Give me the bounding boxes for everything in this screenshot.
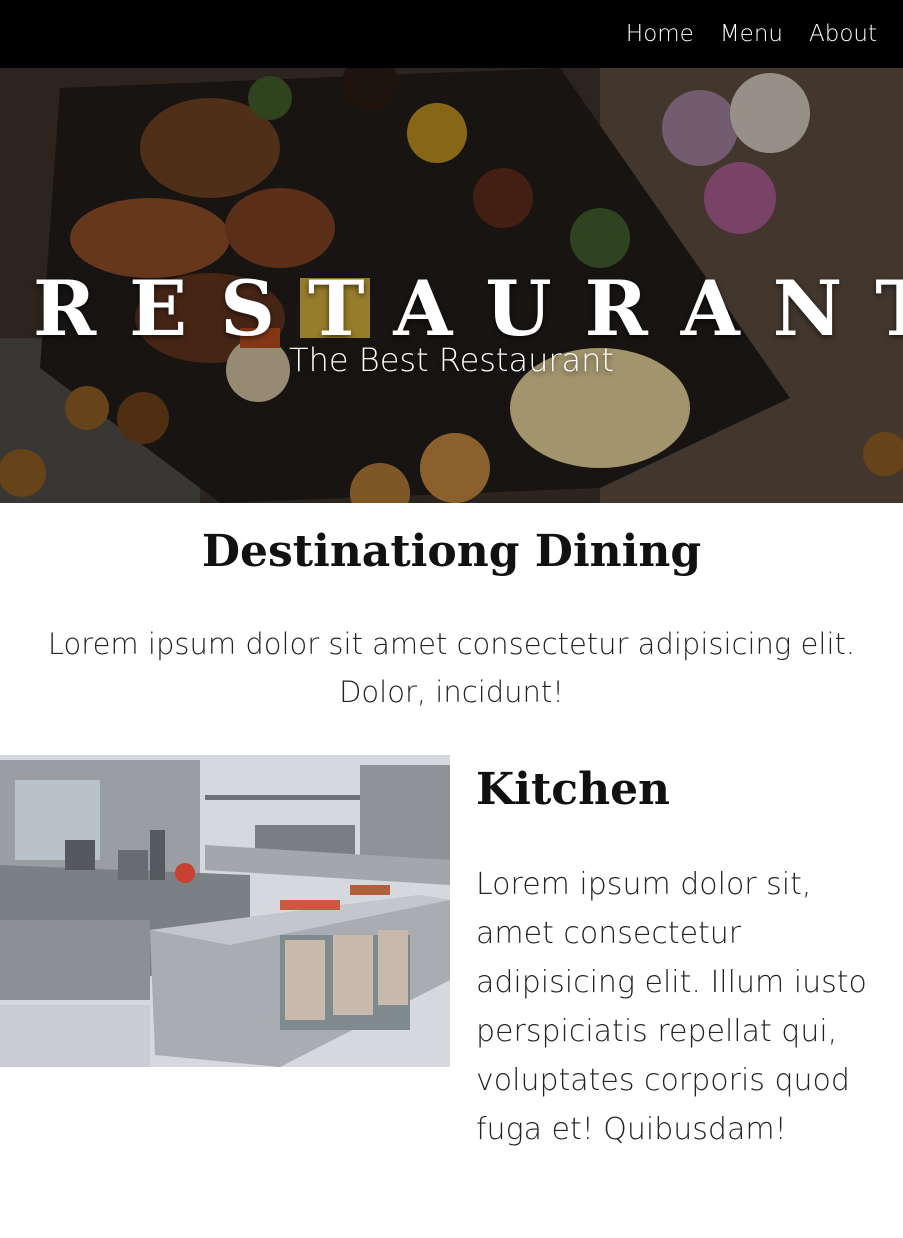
kitchen-title: Kitchen <box>476 764 671 815</box>
hero-banner: RESTAURANT The Best Restaurant <box>0 68 903 503</box>
section-description: Lorem ipsum dolor sit amet consectetur a… <box>47 627 856 709</box>
nav-link-home[interactable]: Home <box>626 21 694 47</box>
kitchen-illustration <box>0 755 450 1067</box>
nav-link-menu[interactable]: Menu <box>720 21 783 47</box>
nav-link-about[interactable]: About <box>809 21 877 47</box>
hero-subtitle: The Best Restaurant <box>289 341 614 379</box>
hero-title: RESTAURANT <box>33 263 903 353</box>
section-title: Destinationg Dining <box>201 526 702 577</box>
top-navbar: Home Menu About <box>0 0 903 68</box>
kitchen-photo <box>0 755 450 1067</box>
kitchen-description: Lorem ipsum dolor sit, amet consectetur … <box>476 867 867 1147</box>
